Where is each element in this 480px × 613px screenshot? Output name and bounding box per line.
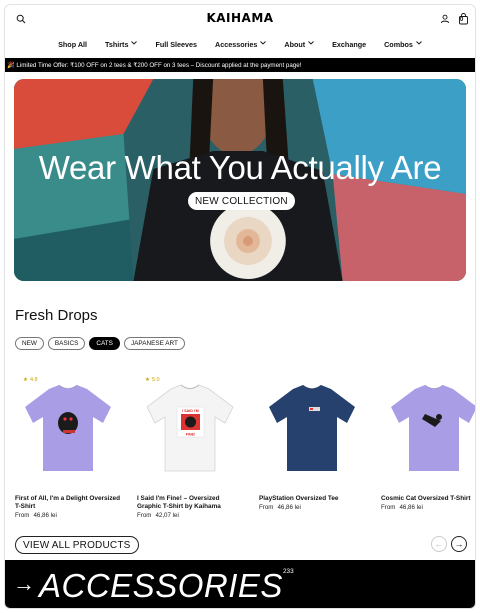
chevron-down-icon [260, 41, 267, 47]
filter-chip-cats[interactable]: CATS [89, 337, 120, 350]
product-card[interactable]: PlayStation Oversized Tee From 46,86 lei [259, 367, 365, 519]
account-icon[interactable] [437, 11, 453, 27]
price-prefix: From [259, 504, 274, 511]
nav-item-label: Tshirts [105, 39, 129, 49]
accessories-banner[interactable]: → ACCESSORIES 233 [5, 560, 475, 608]
product-image[interactable]: I SAID I'M FINE! ★ 5.0 [137, 367, 243, 487]
product-price: From 46,86 lei [15, 512, 121, 519]
hero-title: Wear What You Actually Are [38, 149, 442, 186]
price-prefix: From [381, 504, 396, 511]
nav-item-about[interactable]: About [284, 40, 314, 49]
price-value: 42,07 lei [155, 512, 179, 519]
chevron-down-icon [416, 41, 422, 47]
page-frame: KAIHAMA 0 Shop All Tshirts Full Sleeves Acc… [4, 4, 476, 609]
price-value: 46,86 lei [33, 512, 57, 519]
carousel-next-button[interactable]: → [451, 536, 467, 552]
cart-icon[interactable]: 0 [455, 11, 471, 27]
brand-logo[interactable]: KAIHAMA [206, 11, 273, 25]
svg-text:I SAID I'M: I SAID I'M [182, 409, 198, 413]
chevron-down-icon [308, 41, 314, 47]
nav-item-exchange[interactable]: Exchange [332, 40, 366, 49]
product-price: From 46,86 lei [381, 504, 475, 511]
cart-count: 0 [460, 17, 464, 23]
nav-item-label: Accessories [215, 39, 258, 49]
filter-chip-japanese-art[interactable]: JAPANESE ART [123, 337, 185, 350]
header: KAIHAMA 0 [5, 5, 475, 33]
carousel-prev-button[interactable]: ← [431, 536, 447, 552]
nav-item-label: Full Sleeves [155, 39, 198, 49]
product-image[interactable]: ★ 4.8 [15, 367, 121, 487]
nav-item-shop-all[interactable]: Shop All [58, 40, 87, 49]
product-image[interactable] [381, 367, 475, 487]
promo-text: 🎉 Limited Time Offer: ₹100 OFF on 2 tees… [7, 62, 302, 69]
rating-value: 4.8 [29, 377, 38, 383]
product-card[interactable]: ★ 4.8 First of All, I'm a Delight Oversize… [15, 367, 121, 519]
new-collection-button[interactable]: NEW COLLECTION [188, 192, 295, 210]
product-price: From 46,86 lei [259, 504, 365, 511]
product-name[interactable]: PlayStation Oversized Tee [259, 495, 365, 503]
nav-item-label: Shop All [58, 39, 88, 49]
product-carousel: ★ 4.8 First of All, I'm a Delight Oversize… [15, 367, 475, 519]
price-prefix: From [15, 512, 30, 519]
price-value: 46,86 lei [277, 504, 301, 511]
nav-item-full-sleeves[interactable]: Full Sleeves [155, 40, 197, 49]
product-name[interactable]: First of All, I'm a Delight Oversized T-… [15, 495, 121, 511]
star-icon: ★ [145, 377, 150, 383]
price-value: 46,86 lei [399, 504, 423, 511]
accessories-title: ACCESSORIES [39, 567, 283, 604]
price-prefix: From [137, 512, 152, 519]
arrow-right-icon: → [13, 571, 35, 596]
view-all-products-button[interactable]: VIEW ALL PRODUCTS [15, 536, 139, 554]
product-card[interactable]: I SAID I'M FINE! ★ 5.0 I Said I'm Fine! – Ov… [137, 367, 243, 519]
nav-item-label: Combos [384, 39, 413, 49]
nav-item-label: About [284, 39, 306, 49]
accessories-count: 233 [283, 568, 294, 575]
rating-value: 5.0 [151, 377, 160, 383]
chevron-down-icon [131, 41, 138, 47]
promo-banner: 🎉 Limited Time Offer: ₹100 OFF on 2 tees… [5, 58, 475, 72]
main-nav: Shop All Tshirts Full Sleeves Accessories Ab… [5, 33, 475, 55]
product-name[interactable]: Cosmic Cat Oversized T-Shirt [381, 495, 475, 503]
hero-banner[interactable]: Wear What You Actually Are NEW COLLECTIO… [14, 79, 466, 281]
product-card[interactable]: Cosmic Cat Oversized T-Shirt From 46,86 le… [381, 367, 475, 519]
nav-item-combos[interactable]: Combos [384, 40, 422, 49]
nav-item-accessories[interactable]: Accessories [215, 39, 267, 49]
arrow-right-icon: → [454, 539, 464, 549]
filter-chip-basics[interactable]: BASICS [47, 337, 86, 350]
product-rating: ★ 4.8 [23, 377, 38, 383]
section-title-fresh-drops: Fresh Drops [15, 307, 98, 324]
product-price: From 42,07 lei [137, 512, 243, 519]
search-icon[interactable] [13, 11, 29, 27]
nav-item-label: Exchange [332, 39, 367, 49]
product-rating: ★ 5.0 [145, 377, 160, 383]
filter-chip-new[interactable]: NEW [15, 337, 44, 350]
product-name[interactable]: I Said I'm Fine! – Oversized Graphic T-S… [137, 495, 243, 511]
star-icon: ★ [23, 377, 28, 383]
svg-text:FINE!: FINE! [186, 433, 195, 437]
filter-chips: NEW BASICS CATS JAPANESE ART [15, 337, 185, 350]
product-image[interactable] [259, 367, 365, 487]
nav-item-tshirts[interactable]: Tshirts [105, 39, 138, 49]
arrow-left-icon: ← [434, 539, 444, 549]
